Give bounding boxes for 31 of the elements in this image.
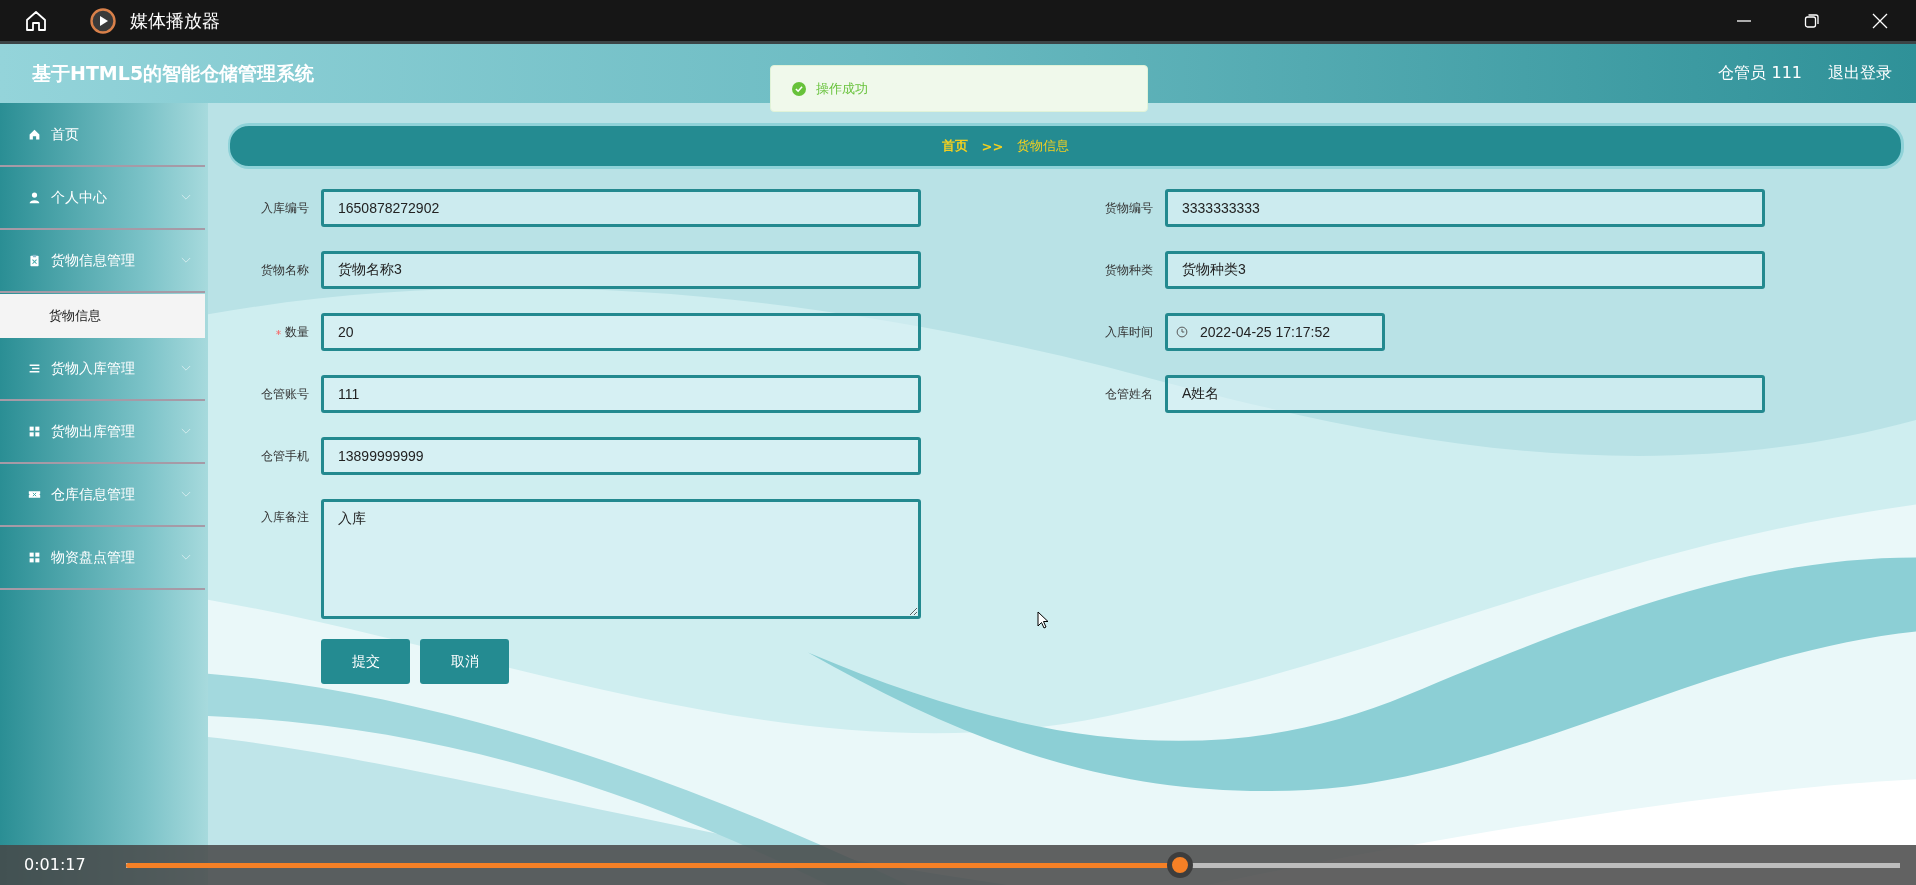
input-field[interactable]: 3333333333 — [1165, 189, 1765, 227]
field-label: 入库编号 — [261, 199, 309, 217]
app-title: 基于HTML5的智能仓储管理系统 — [32, 60, 315, 86]
text-area[interactable]: 入库 — [321, 499, 921, 619]
input-field[interactable]: 货物名称3 — [321, 251, 921, 289]
input-field[interactable]: 13899999999 — [321, 437, 921, 475]
breadcrumb-current: 货物信息 — [1017, 137, 1070, 155]
field-label: 入库时间 — [1105, 323, 1153, 341]
user-label: 仓管员 111 — [1718, 63, 1802, 84]
field-label: 货物种类 — [1105, 261, 1153, 279]
field-label: 入库备注 — [261, 509, 309, 526]
input-field[interactable]: 货物种类3 — [1165, 251, 1765, 289]
field-label: 仓管账号 — [261, 385, 309, 403]
field-label: 仓管手机 — [261, 447, 309, 465]
playback-time: 0:01:17 — [24, 854, 86, 876]
breadcrumb-separator: >> — [981, 138, 1004, 154]
submit-button[interactable]: 提交 — [321, 639, 410, 684]
field-label: 数量 — [285, 323, 309, 341]
window-title: 媒体播放器 — [130, 8, 220, 33]
cancel-button[interactable]: 取消 — [420, 639, 509, 684]
toast-message: 操作成功 — [816, 79, 868, 98]
date-time-field[interactable]: 2022-04-25 17:17:52 — [1165, 313, 1385, 351]
input-field[interactable]: A姓名 — [1165, 375, 1765, 413]
submenu-item[interactable]: 货物信息 — [0, 294, 205, 338]
input-field[interactable]: 1650878272902 — [321, 189, 921, 227]
field-label: 货物编号 — [1105, 199, 1153, 217]
input-field[interactable]: 20 — [321, 313, 921, 351]
input-field[interactable]: 111 — [321, 375, 921, 413]
field-label: 仓管姓名 — [1105, 385, 1153, 403]
field-label: 货物名称 — [261, 261, 309, 279]
logout-link[interactable]: 退出登录 — [1828, 63, 1892, 84]
